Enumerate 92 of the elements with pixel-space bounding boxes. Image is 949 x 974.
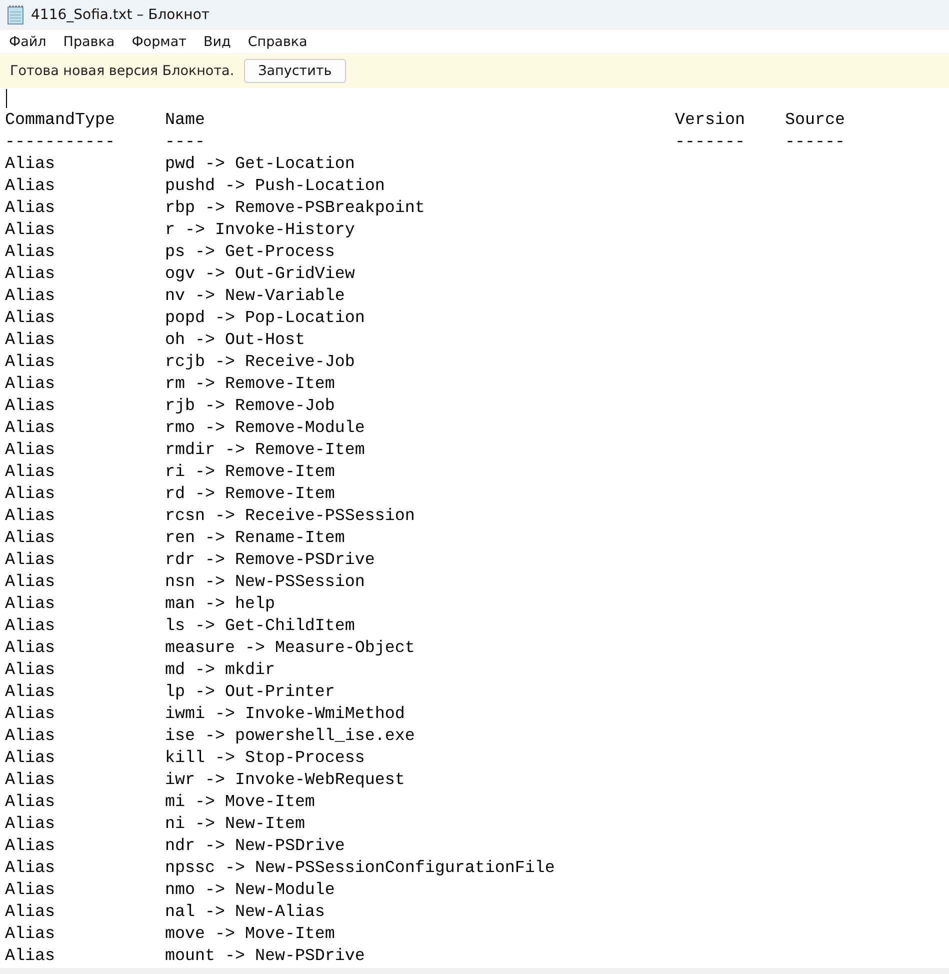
update-message: Готова новая версия Блокнота. [10, 62, 234, 78]
text-cell-text: Alias [5, 308, 56, 330]
text-cell-text: ren -> Rename-Item [165, 528, 346, 550]
menu-item[interactable]: Правка [63, 34, 115, 50]
text-cell-text: oh -> Out-Host [165, 330, 306, 352]
column-header: CommandType [5, 110, 116, 132]
window-title: 4116_Sofia.txt – Блокнот [31, 7, 210, 23]
text-cell-text: Alias [5, 616, 56, 638]
text-cell-text: Alias [5, 880, 56, 902]
text-cell-text: Alias [5, 660, 56, 682]
text-cell-text: Alias [5, 396, 56, 418]
text-cell-text: Alias [5, 704, 56, 726]
text-cell-text: iwr -> Invoke-WebRequest [165, 770, 406, 792]
column-underline: ------ [785, 132, 846, 154]
text-cell-text: rmo -> Remove-Module [165, 418, 366, 440]
column-underline: ----------- [5, 132, 116, 154]
text-cell-text: Alias [5, 440, 56, 462]
text-cell-text: Alias [5, 528, 56, 550]
text-cell-text: ls -> Get-ChildItem [165, 616, 356, 638]
text-cell-text: Alias [5, 506, 56, 528]
text-cell-text: nal -> New-Alias [165, 902, 326, 924]
text-cell-text: nmo -> New-Module [165, 880, 336, 902]
text-cursor [6, 89, 7, 108]
text-cell-text: rbp -> Remove-PSBreakpoint [165, 198, 426, 220]
text-cell-text: r -> Invoke-History [165, 220, 356, 242]
text-cell-text: rd -> Remove-Item [165, 484, 336, 506]
column-header: Version [675, 110, 746, 132]
text-cell-text: pushd -> Push-Location [165, 176, 386, 198]
text-cell-text: Alias [5, 154, 56, 176]
text-cell-text: Alias [5, 176, 56, 198]
text-cell-text: rm -> Remove-Item [165, 374, 336, 396]
text-cell-text: rjb -> Remove-Job [165, 396, 336, 418]
text-cell-text: measure -> Measure-Object [165, 638, 416, 660]
text-cell-text: Alias [5, 352, 56, 374]
notepad-icon [7, 5, 25, 25]
text-cell-text: npssc -> New-PSSessionConfigurationFile [165, 858, 556, 880]
text-cell-text: Alias [5, 748, 56, 770]
text-cell-text: rmdir -> Remove-Item [165, 440, 366, 462]
text-cell-text: Alias [5, 550, 56, 572]
menu-item[interactable]: Файл [9, 34, 46, 50]
text-cell-text: Alias [5, 858, 56, 880]
text-cell-text: Alias [5, 330, 56, 352]
text-cell-text: Alias [5, 462, 56, 484]
text-cell-text: ni -> New-Item [165, 814, 306, 836]
text-cell-text: kill -> Stop-Process [165, 748, 366, 770]
text-cell-text: ndr -> New-PSDrive [165, 836, 346, 858]
text-cell-text: Alias [5, 792, 56, 814]
menu-item[interactable]: Вид [203, 34, 231, 50]
text-cell-text: man -> help [165, 594, 276, 616]
text-cell-text: Alias [5, 946, 56, 968]
text-cell-text: pwd -> Get-Location [165, 154, 356, 176]
column-underline: ---- [165, 132, 206, 154]
text-cell-text: lp -> Out-Printer [165, 682, 336, 704]
text-cell-text: nsn -> New-PSSession [165, 572, 366, 594]
text-cell-text: Alias [5, 198, 56, 220]
text-cell-text: Alias [5, 924, 56, 946]
column-header: Source [785, 110, 846, 132]
text-cell-text: Alias [5, 286, 56, 308]
text-cell-text: Alias [5, 638, 56, 660]
text-cell-text: Alias [5, 264, 56, 286]
column-header: Name [165, 110, 206, 132]
text-cell-text: Alias [5, 902, 56, 924]
launch-button[interactable]: Запустить [244, 58, 346, 82]
text-cell-text: iwmi -> Invoke-WmiMethod [165, 704, 406, 726]
text-cell-text: mount -> New-PSDrive [165, 946, 366, 968]
text-cell-text: rcsn -> Receive-PSSession [165, 506, 416, 528]
menu-item[interactable]: Формат [132, 34, 186, 50]
text-cell-text: nv -> New-Variable [165, 286, 346, 308]
text-cell-text: md -> mkdir [165, 660, 276, 682]
text-cell-text: mi -> Move-Item [165, 792, 316, 814]
text-cell-text: ise -> powershell_ise.exe [165, 726, 416, 748]
text-cell-text: Alias [5, 572, 56, 594]
text-cell-text: ps -> Get-Process [165, 242, 336, 264]
text-cell-text: Alias [5, 374, 56, 396]
text-cell-text: rdr -> Remove-PSDrive [165, 550, 376, 572]
text-cell-text: Alias [5, 242, 56, 264]
menu-item[interactable]: Справка [248, 34, 308, 50]
text-cell-text: Alias [5, 220, 56, 242]
text-cell-text: Alias [5, 484, 56, 506]
text-cell-text: Alias [5, 836, 56, 858]
text-cell-text: ogv -> Out-GridView [165, 264, 356, 286]
text-cell-text: ri -> Remove-Item [165, 462, 336, 484]
text-cell-text: popd -> Pop-Location [165, 308, 366, 330]
text-cell-text: move -> Move-Item [165, 924, 336, 946]
text-cell-text: Alias [5, 418, 56, 440]
column-underline: ------- [675, 132, 746, 154]
text-cell-text: Alias [5, 726, 56, 748]
text-cell-text: Alias [5, 770, 56, 792]
text-cell-text: Alias [5, 682, 56, 704]
text-cell-text: Alias [5, 594, 56, 616]
text-cell-text: rcjb -> Receive-Job [165, 352, 356, 374]
text-cell-text: Alias [5, 814, 56, 836]
